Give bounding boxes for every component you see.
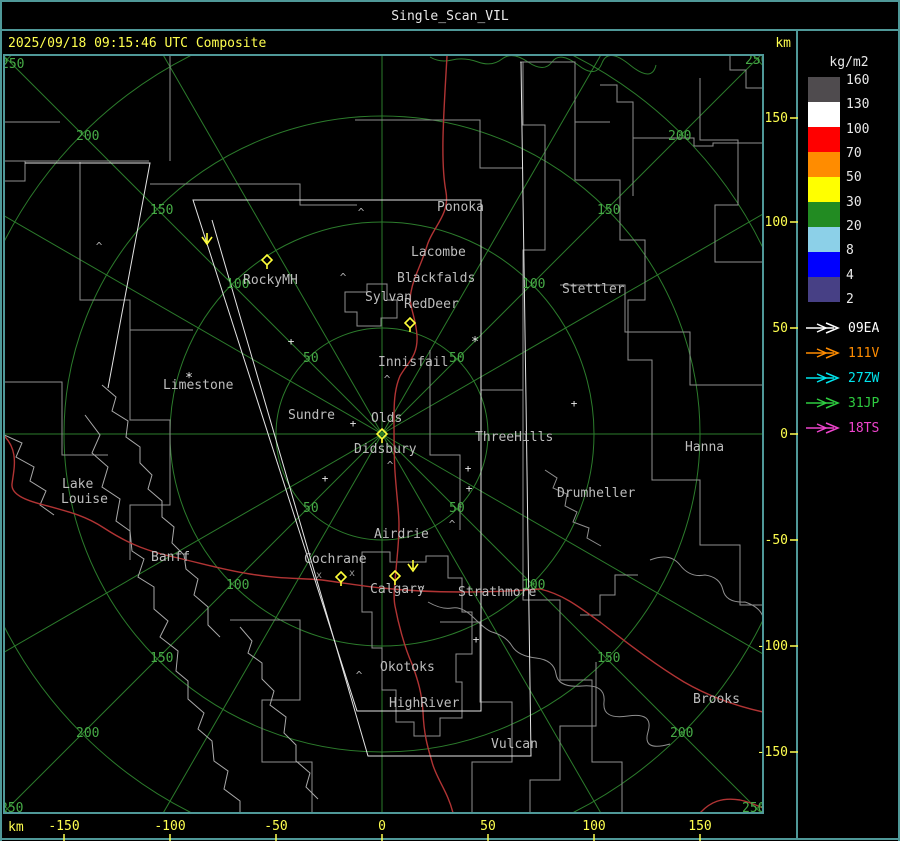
legend-value-label: 160 — [846, 73, 869, 88]
legend-value-label: 30 — [846, 195, 862, 210]
bottom-axis-tick-label: 50 — [480, 819, 496, 834]
legend-value-label: 100 — [846, 122, 869, 137]
bottom-axis-tick-label: -150 — [48, 819, 79, 834]
legend-swatch-70 — [808, 152, 840, 177]
legend-value-label: 4 — [846, 268, 854, 283]
radar-display: 5050505010010010010015015015015020020020… — [0, 0, 900, 841]
legend-value-label: 130 — [846, 97, 869, 112]
legend-swatch-4 — [808, 277, 840, 302]
legend-swatch-30 — [808, 202, 840, 227]
right-axis-tick-label: 150 — [765, 111, 788, 126]
timestamp-label: 2025/09/18 09:15:46 UTC Composite — [8, 36, 266, 51]
track-id-label-111V: 111V — [848, 346, 879, 361]
right-axis-tick-label: -50 — [765, 533, 788, 548]
legend-swatch-20 — [808, 227, 840, 252]
legend-swatch-100 — [808, 127, 840, 152]
axis-unit-bottom-label: km — [8, 820, 24, 835]
legend-swatch-50 — [808, 177, 840, 202]
legend-swatch-130 — [808, 102, 840, 127]
track-id-label-09EA: 09EA — [848, 321, 879, 336]
right-axis-tick-label: 50 — [772, 321, 788, 336]
bottom-axis-tick-label: 150 — [688, 819, 711, 834]
legend-value-label: 20 — [846, 219, 862, 234]
radar-app-window: 5050505010010010010015015015015020020020… — [0, 0, 900, 841]
legend-value-label: 70 — [846, 146, 862, 161]
right-axis-tick-label: 100 — [765, 215, 788, 230]
legend-swatch-8 — [808, 252, 840, 277]
map-viewport[interactable] — [5, 56, 762, 812]
window-title: Single_Scan_VIL — [391, 9, 509, 24]
legend-swatch-160 — [808, 77, 840, 102]
axis-unit-top-label: km — [775, 36, 791, 51]
legend-value-label: 50 — [846, 170, 862, 185]
bottom-axis-tick-label: -100 — [154, 819, 185, 834]
legend-value-label: 2 — [846, 292, 854, 307]
bottom-axis-tick-label: -50 — [264, 819, 287, 834]
legend-value-label: 8 — [846, 243, 854, 258]
track-id-label-27ZW: 27ZW — [848, 371, 879, 386]
bottom-axis-tick-label: 100 — [582, 819, 605, 834]
right-axis-tick-label: 0 — [780, 427, 788, 442]
legend-unit-label: kg/m2 — [829, 55, 868, 70]
bottom-axis-tick-label: 0 — [378, 819, 386, 834]
track-id-label-18TS: 18TS — [848, 421, 879, 436]
track-id-label-31JP: 31JP — [848, 396, 879, 411]
